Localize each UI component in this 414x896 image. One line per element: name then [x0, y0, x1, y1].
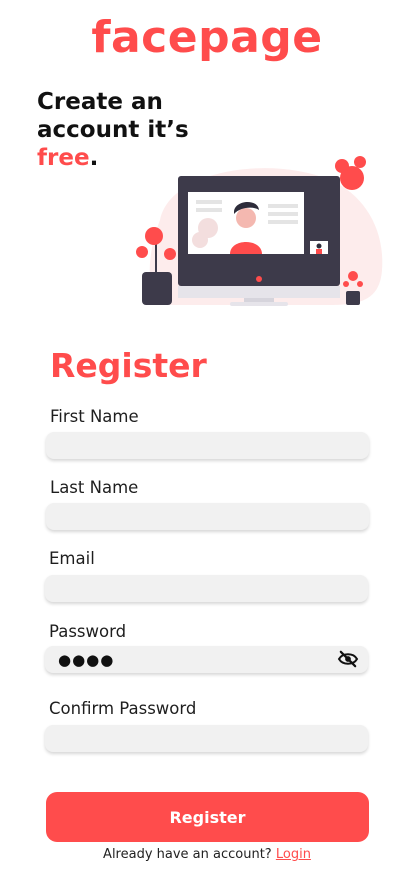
logo: facepage — [91, 12, 323, 63]
hero-line-2: account it’s — [37, 117, 189, 143]
login-link[interactable]: Login — [276, 847, 311, 862]
password-input[interactable] — [45, 646, 368, 673]
email-input[interactable] — [45, 575, 368, 602]
last-name-label: Last Name — [50, 478, 139, 497]
hero-line-1: Create an — [37, 89, 163, 115]
confirm-password-input[interactable] — [45, 725, 368, 752]
register-title: Register — [50, 346, 207, 385]
first-name-label: First Name — [50, 407, 139, 426]
last-name-input[interactable] — [46, 503, 369, 530]
confirm-password-label: Confirm Password — [49, 699, 197, 718]
first-name-input[interactable] — [46, 432, 369, 459]
hero-free-word: free — [37, 145, 90, 171]
login-prompt: Already have an account? Login — [0, 847, 414, 862]
login-prompt-text: Already have an account? — [103, 847, 272, 862]
computer-illustration — [136, 156, 383, 306]
register-button[interactable]: Register — [46, 792, 369, 842]
email-label: Email — [49, 549, 95, 568]
eye-slash-icon[interactable] — [337, 650, 359, 668]
hero-period: . — [89, 145, 99, 171]
password-label: Password — [49, 622, 127, 641]
